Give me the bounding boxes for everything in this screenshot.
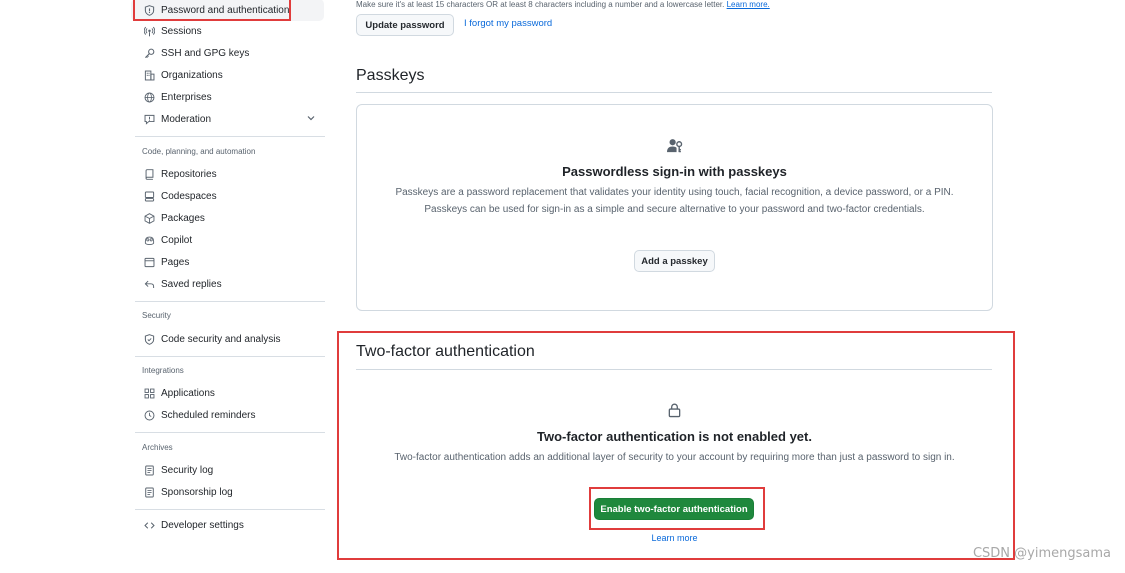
section-heading-archives: Archives (142, 443, 173, 452)
sidebar-item-label: Security log (161, 464, 214, 476)
passkeys-description: Passkeys are a password replacement that… (395, 187, 954, 215)
sidebar-divider (135, 432, 325, 433)
settings-sidebar: Password and authentication Sessions SSH… (131, 0, 326, 573)
passkey-icon (666, 138, 683, 158)
section-heading-security: Security (142, 311, 171, 320)
sidebar-item-label: Moderation (161, 113, 212, 125)
code-icon (142, 518, 156, 532)
sidebar-divider (135, 509, 325, 510)
organization-icon (142, 68, 156, 82)
log-icon (142, 463, 156, 477)
package-icon (142, 211, 156, 225)
passkey-icon-wrap (356, 138, 993, 158)
chevron-down-icon[interactable] (306, 113, 316, 123)
shield-icon (142, 332, 156, 346)
section-heading-code-planning: Code, planning, and automation (142, 147, 256, 156)
sidebar-item-saved-replies[interactable]: Saved replies (131, 273, 324, 295)
sidebar-item-scheduled-reminders[interactable]: Scheduled reminders (131, 404, 324, 426)
log-icon (142, 485, 156, 499)
browser-icon (142, 255, 156, 269)
sidebar-item-label: Packages (161, 212, 205, 224)
globe-icon (142, 90, 156, 104)
highlight-box-password-nav (133, 0, 291, 21)
sidebar-item-packages[interactable]: Packages (131, 207, 324, 229)
sidebar-item-organizations[interactable]: Organizations (131, 64, 324, 86)
sidebar-item-label: Enterprises (161, 91, 212, 103)
sidebar-item-label: Developer settings (161, 519, 244, 531)
section-heading-integrations: Integrations (142, 366, 184, 375)
sidebar-item-developer-settings[interactable]: Developer settings (131, 514, 324, 536)
add-passkey-button[interactable]: Add a passkey (634, 250, 715, 272)
sidebar-item-moderation[interactable]: Moderation (131, 108, 324, 130)
sidebar-item-code-security-and-analysis[interactable]: Code security and analysis (131, 328, 324, 350)
apps-icon (142, 386, 156, 400)
sidebar-item-label: Organizations (161, 69, 223, 81)
sidebar-item-pages[interactable]: Pages (131, 251, 324, 273)
sidebar-item-label: SSH and GPG keys (161, 47, 250, 59)
sidebar-item-label: Saved replies (161, 278, 222, 290)
report-icon (142, 112, 156, 126)
sidebar-item-label: Sessions (161, 25, 202, 37)
sidebar-item-label: Copilot (161, 234, 193, 246)
sidebar-item-ssh-and-gpg-keys[interactable]: SSH and GPG keys (131, 42, 324, 64)
sidebar-item-sponsorship-log[interactable]: Sponsorship log (131, 481, 324, 503)
forgot-password-link[interactable]: I forgot my password (464, 18, 552, 29)
sidebar-item-enterprises[interactable]: Enterprises (131, 86, 324, 108)
reply-icon (142, 277, 156, 291)
sidebar-item-copilot[interactable]: Copilot (131, 229, 324, 251)
sidebar-item-label: Applications (161, 387, 215, 399)
highlight-box-enable-button (589, 487, 765, 530)
sidebar-item-codespaces[interactable]: Codespaces (131, 185, 324, 207)
copilot-icon (142, 233, 156, 247)
key-icon (142, 46, 156, 60)
update-password-button[interactable]: Update password (356, 14, 454, 36)
sidebar-divider (135, 356, 325, 357)
sidebar-item-label: Pages (161, 256, 190, 268)
broadcast-icon (142, 24, 156, 38)
clock-icon (142, 408, 156, 422)
password-hint: Make sure it's at least 15 characters OR… (356, 0, 770, 9)
password-hint-text: Make sure it's at least 15 characters OR… (356, 0, 725, 9)
sidebar-item-label: Repositories (161, 168, 217, 180)
sidebar-item-label: Codespaces (161, 190, 217, 202)
codespaces-icon (142, 189, 156, 203)
repo-icon (142, 167, 156, 181)
sidebar-item-label: Scheduled reminders (161, 409, 256, 421)
sidebar-item-label: Code security and analysis (161, 333, 281, 345)
sidebar-item-sessions[interactable]: Sessions (131, 20, 324, 42)
sidebar-item-repositories[interactable]: Repositories (131, 163, 324, 185)
passkeys-section-title: Passkeys (356, 67, 425, 84)
password-hint-learn-more-link[interactable]: Learn more. (727, 0, 770, 9)
passkeys-divider (356, 92, 992, 93)
sidebar-item-security-log[interactable]: Security log (131, 459, 324, 481)
sidebar-item-label: Sponsorship log (161, 486, 233, 498)
watermark-text: CSDN @yimengsama (972, 546, 1111, 561)
sidebar-item-applications[interactable]: Applications (131, 382, 324, 404)
sidebar-divider (135, 301, 325, 302)
passkeys-heading: Passwordless sign-in with passkeys (562, 164, 787, 179)
sidebar-divider (135, 136, 325, 137)
